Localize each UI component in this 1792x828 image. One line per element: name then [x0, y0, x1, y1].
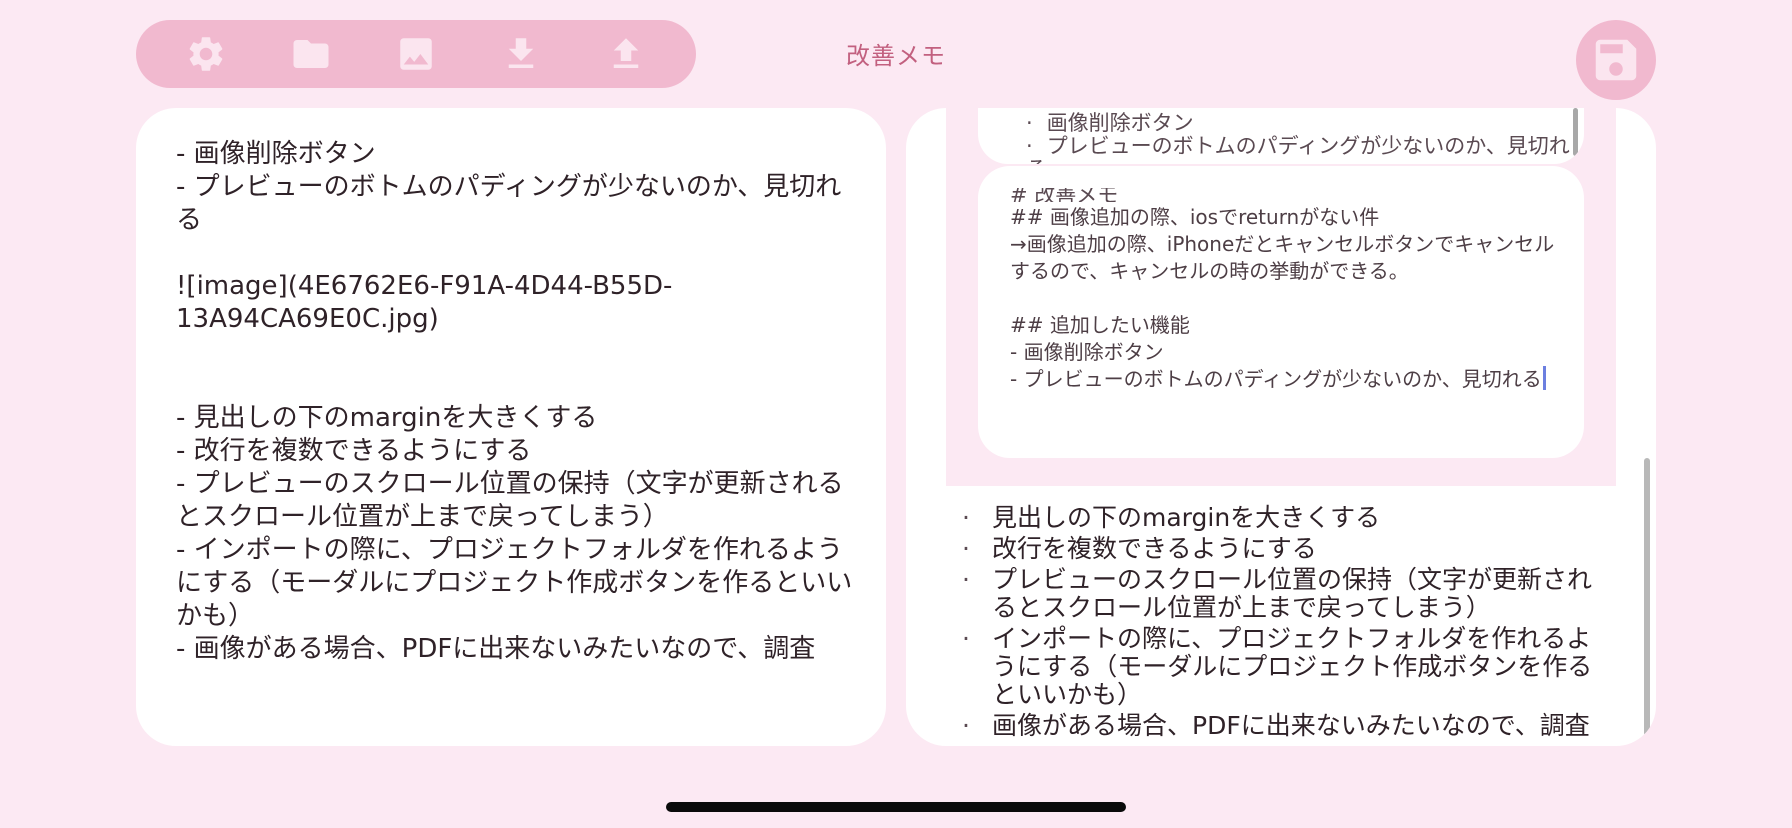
- download-icon: [508, 38, 534, 68]
- embedded-editor-card[interactable]: # 改善メモ ## 画像追加の際、iosでreturnがない件 →画像追加の際、…: [978, 166, 1584, 458]
- preview-list: 見出しの下のmarginを大きくする 改行を複数できるようにする プレビューのス…: [962, 504, 1602, 743]
- image-button[interactable]: [388, 26, 444, 82]
- list-item: 画像がある場合、PDFに出来ないみたいなので、調査: [962, 712, 1602, 741]
- embedded-preview-list: 画像削除ボタン プレビューのボトムのパディングが少ないのか、見切れる: [1026, 112, 1584, 165]
- gear-icon: [190, 37, 223, 71]
- scrollbar[interactable]: [1573, 108, 1578, 156]
- upload-button[interactable]: [598, 26, 654, 82]
- image-icon: [400, 38, 432, 70]
- list-item: 画像削除ボタン: [1026, 112, 1584, 135]
- list-item: プレビューのボトムのパディングが少ないのか、見切れる: [1026, 135, 1584, 165]
- folder-button[interactable]: [283, 26, 339, 82]
- markdown-preview[interactable]: 画像削除ボタン プレビューのボトムのパディングが少ないのか、見切れる # 改善メ…: [906, 108, 1656, 746]
- embedded-preview-card[interactable]: 画像削除ボタン プレビューのボトムのパディングが少ないのか、見切れる: [978, 108, 1584, 164]
- page-title: 改善メモ: [846, 42, 946, 70]
- embedded-editor-content: ## 画像追加の際、iosでreturnがない件 →画像追加の際、iPhoneだ…: [1010, 205, 1555, 391]
- save-button[interactable]: [1576, 20, 1656, 100]
- editor-text[interactable]: - 画像削除ボタン - プレビューのボトムのパディングが少ないのか、見切れる !…: [176, 138, 856, 666]
- list-item: プレビューのスクロール位置の保持（文字が更新されるとスクロール位置が上まで戻って…: [962, 566, 1602, 622]
- folder-icon: [293, 40, 329, 68]
- text-caret: [1542, 366, 1546, 390]
- embedded-editor-text[interactable]: ## 画像追加の際、iosでreturnがない件 →画像追加の際、iPhoneだ…: [1010, 204, 1570, 393]
- list-item: インポートの際に、プロジェクトフォルダを作れるようにする（モーダルにプロジェクト…: [962, 625, 1602, 709]
- toolbar: [136, 20, 696, 88]
- embedded-heading-cut: # 改善メモ: [1010, 188, 1119, 202]
- list-item: 見出しの下のmarginを大きくする: [962, 504, 1602, 533]
- floppy-disk-icon: [1595, 39, 1637, 81]
- upload-icon: [613, 38, 638, 68]
- download-button[interactable]: [493, 26, 549, 82]
- home-indicator[interactable]: [666, 802, 1126, 812]
- list-item: 改行を複数できるようにする: [962, 535, 1602, 564]
- settings-button[interactable]: [178, 26, 234, 82]
- embedded-editor-area: 画像削除ボタン プレビューのボトムのパディングが少ないのか、見切れる # 改善メ…: [946, 108, 1616, 486]
- markdown-editor[interactable]: - 画像削除ボタン - プレビューのボトムのパディングが少ないのか、見切れる !…: [136, 108, 886, 746]
- scrollbar[interactable]: [1644, 458, 1650, 736]
